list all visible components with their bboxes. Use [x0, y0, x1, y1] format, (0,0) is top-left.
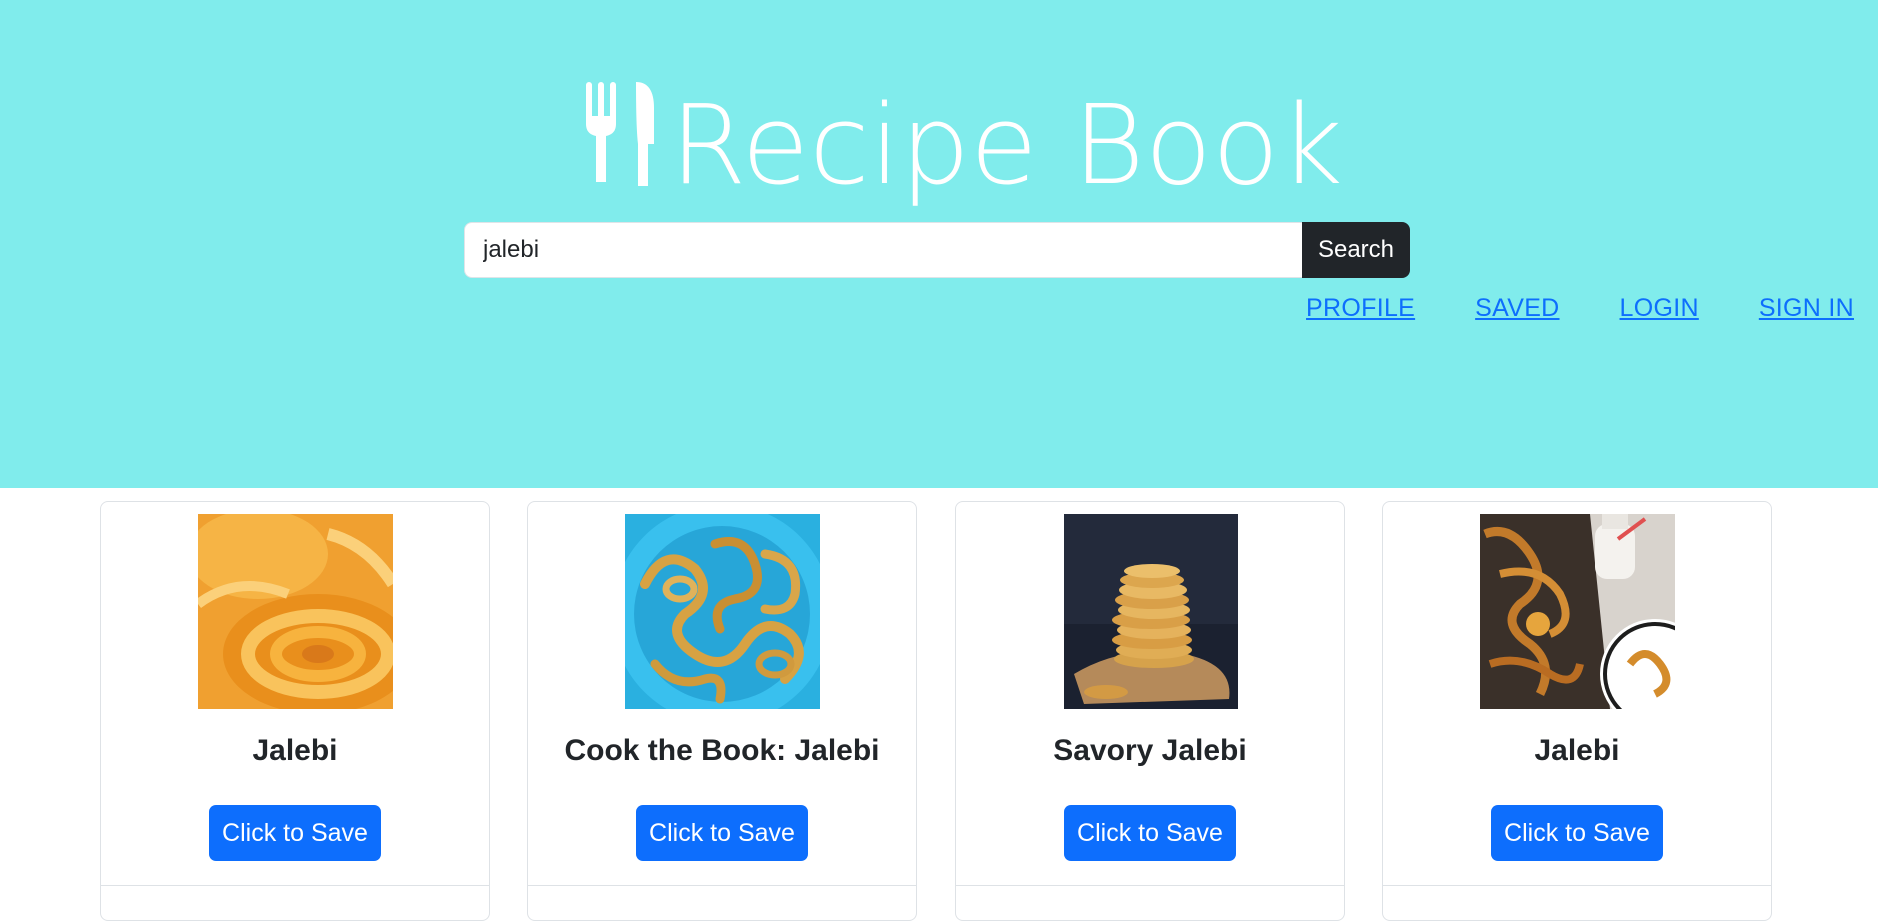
- save-recipe-button[interactable]: Click to Save: [1491, 805, 1663, 861]
- save-recipe-button[interactable]: Click to Save: [209, 805, 381, 861]
- recipe-title: Savory Jalebi: [1053, 734, 1247, 767]
- save-recipe-button[interactable]: Click to Save: [1064, 805, 1236, 861]
- recipe-image: [1480, 514, 1675, 709]
- hero-header: Recipe Book Search PROFILE SAVED LOGIN S…: [0, 0, 1878, 488]
- nav-link-saved[interactable]: SAVED: [1475, 294, 1559, 323]
- recipe-card: Savory Jalebi Click to Save: [955, 501, 1345, 921]
- recipe-results: Jalebi Click to Save Cook the Book: Jale…: [100, 501, 1774, 921]
- nav-link-profile[interactable]: PROFILE: [1306, 294, 1415, 323]
- app-title: Recipe Book: [670, 81, 1343, 209]
- recipe-title: Jalebi: [1534, 734, 1620, 767]
- recipe-title: Cook the Book: Jalebi: [564, 734, 880, 767]
- card-divider: [1383, 885, 1771, 886]
- card-divider: [528, 885, 916, 886]
- top-nav: PROFILE SAVED LOGIN SIGN IN: [1306, 294, 1854, 323]
- search-input[interactable]: [464, 222, 1302, 278]
- recipe-image: [1064, 514, 1238, 709]
- recipe-card: Jalebi Click to Save: [1382, 501, 1772, 921]
- recipe-card: Cook the Book: Jalebi Click to Save: [527, 501, 917, 921]
- recipe-image: [625, 514, 820, 709]
- recipe-card: Jalebi Click to Save: [100, 501, 490, 921]
- card-divider: [101, 885, 489, 886]
- save-recipe-button[interactable]: Click to Save: [636, 805, 808, 861]
- nav-link-login[interactable]: LOGIN: [1620, 294, 1699, 323]
- search-form: Search: [464, 222, 1410, 278]
- nav-link-sign-in[interactable]: SIGN IN: [1759, 294, 1854, 323]
- fork-knife-icon: [586, 82, 654, 186]
- search-button[interactable]: Search: [1302, 222, 1410, 278]
- brand: Recipe Book: [580, 72, 1343, 222]
- recipe-title: Jalebi: [252, 734, 338, 767]
- recipe-image: [198, 514, 393, 709]
- card-divider: [956, 885, 1344, 886]
